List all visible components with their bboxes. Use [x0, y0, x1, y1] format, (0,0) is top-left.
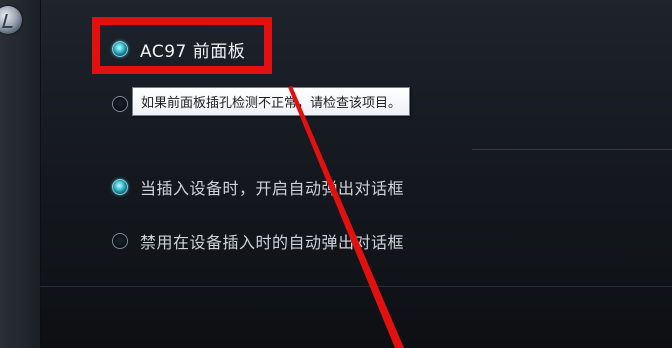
section-divider-top — [472, 149, 672, 150]
left-sidebar-strip — [0, 0, 41, 348]
annotation-arrow-line — [288, 86, 404, 348]
front-panel-tooltip: 如果前面板插孔检测不正常，请检查该项目。 — [132, 87, 411, 116]
audio-manager-icon[interactable] — [0, 6, 22, 34]
hd-audio-radio-button[interactable] — [112, 96, 128, 112]
disable-popup-label: 禁用在设备插入时的自动弹出对话框 — [140, 233, 405, 252]
enable-auto-popup-option[interactable]: 当插入设备时，开启自动弹出对话框 — [112, 174, 404, 200]
disable-auto-popup-option[interactable]: 禁用在设备插入时的自动弹出对话框 — [112, 228, 404, 254]
hd-audio-front-panel-option[interactable] — [112, 91, 128, 117]
disable-popup-radio-button[interactable] — [112, 233, 128, 249]
red-annotation-box — [92, 17, 272, 74]
audio-settings-panel: AC97 前面板 如果前面板插孔检测不正常，请检查该项目。 当插入设备时，开启自… — [0, 0, 672, 348]
enable-popup-label: 当插入设备时，开启自动弹出对话框 — [140, 179, 405, 198]
enable-popup-radio-button[interactable] — [112, 179, 128, 195]
section-divider-bottom — [40, 286, 672, 287]
